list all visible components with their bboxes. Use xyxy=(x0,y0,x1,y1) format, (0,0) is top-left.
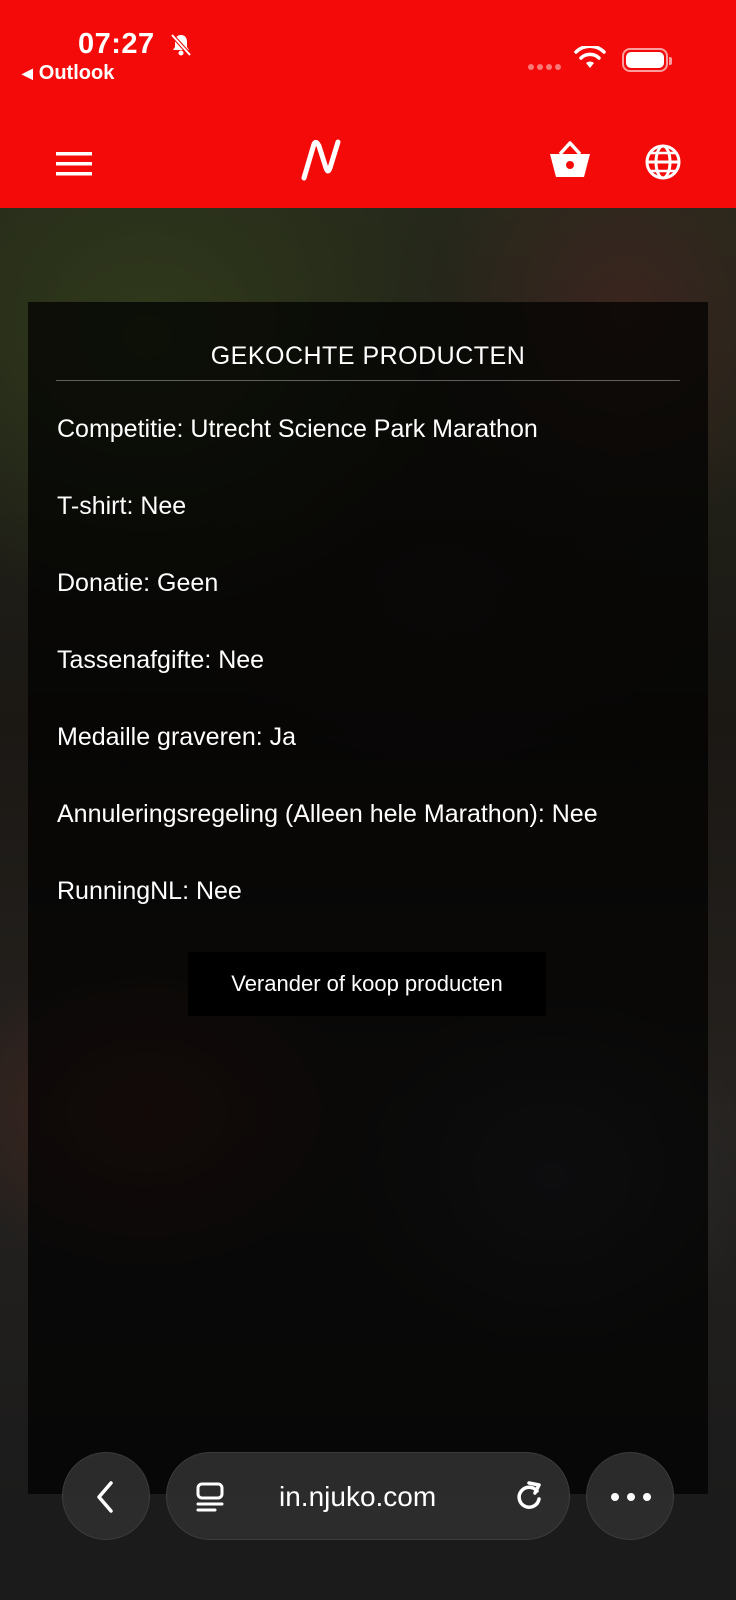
url-text: in.njuko.com xyxy=(279,1481,437,1512)
product-tshirt: T-shirt: Nee xyxy=(57,492,187,520)
battery-icon xyxy=(622,48,672,72)
cellular-signal-icon xyxy=(528,64,561,70)
chevron-left-icon xyxy=(97,1481,113,1513)
wifi-icon xyxy=(574,46,606,68)
title-divider xyxy=(56,380,680,381)
back-to-app-link[interactable]: ◀ Outlook xyxy=(22,62,114,85)
address-bar[interactable]: in.njuko.com xyxy=(166,1452,570,1540)
back-app-label: Outlook xyxy=(38,62,115,84)
app-header: 07:27 ◀ Outlook xyxy=(0,0,736,208)
purchased-products-panel: GEKOCHTE PRODUCTEN Competitie: Utrecht S… xyxy=(28,302,708,1500)
panel-title: GEKOCHTE PRODUCTEN xyxy=(210,342,526,370)
product-list: Competitie: Utrecht Science Park Maratho… xyxy=(57,414,598,953)
change-products-button[interactable]: Verander of koop producten xyxy=(188,952,546,1016)
product-bag-drop: Tassenafgifte: Nee xyxy=(57,646,265,674)
status-time: 07:27 xyxy=(78,28,155,60)
product-runningnl: RunningNL: Nee xyxy=(57,877,242,905)
njuko-logo-icon[interactable] xyxy=(300,138,346,182)
hamburger-menu-icon[interactable] xyxy=(56,150,92,178)
page-menu-icon[interactable] xyxy=(195,1481,225,1513)
more-options-button[interactable] xyxy=(586,1452,674,1540)
back-triangle-icon: ◀ xyxy=(22,65,33,81)
product-medal-engraving: Medaille graveren: Ja xyxy=(57,723,297,751)
silent-bell-icon xyxy=(170,33,192,57)
product-donation: Donatie: Geen xyxy=(57,569,219,597)
ellipsis-icon xyxy=(611,1493,651,1501)
shopping-basket-icon[interactable] xyxy=(548,140,592,180)
browser-back-button[interactable] xyxy=(62,1452,150,1540)
reload-icon[interactable] xyxy=(513,1479,545,1513)
globe-icon[interactable] xyxy=(644,143,682,181)
product-competition: Competitie: Utrecht Science Park Maratho… xyxy=(57,415,538,443)
product-cancellation: Annuleringsregeling (Alleen hele Maratho… xyxy=(57,800,598,828)
